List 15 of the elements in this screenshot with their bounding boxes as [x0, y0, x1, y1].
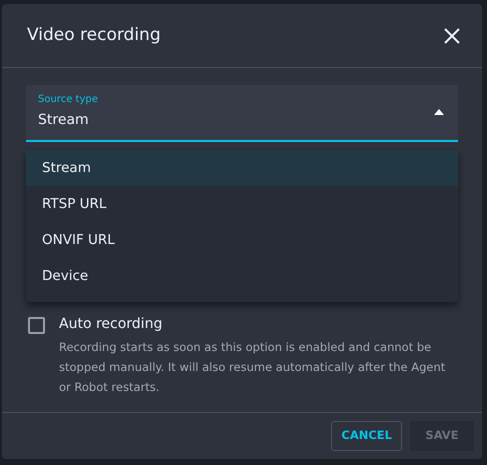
- close-icon: [442, 26, 462, 46]
- dropdown-option[interactable]: RTSP URL: [26, 186, 458, 222]
- checkbox[interactable]: [28, 317, 45, 334]
- dropdown-option[interactable]: ONVIF URL: [26, 222, 458, 258]
- help-text: Recording starts as soon as this option is enabled and cannot be stopped manually. It will also resume automatically after the Agent or Robot restarts.: [59, 339, 446, 396]
- field-value: Stream: [38, 111, 89, 130]
- close-button[interactable]: [442, 26, 462, 46]
- dropdown-option[interactable]: Stream: [26, 150, 458, 186]
- field-label: Source type: [38, 93, 99, 107]
- dialog-button[interactable]: CANCEL: [331, 421, 402, 451]
- dialog-title: Video recording: [27, 24, 161, 47]
- dropdown-option[interactable]: Device: [26, 258, 458, 294]
- checkbox-label: Auto recording: [59, 315, 164, 334]
- source-type-select[interactable]: Source type Stream: [26, 85, 458, 142]
- caret-icon: [434, 109, 444, 115]
